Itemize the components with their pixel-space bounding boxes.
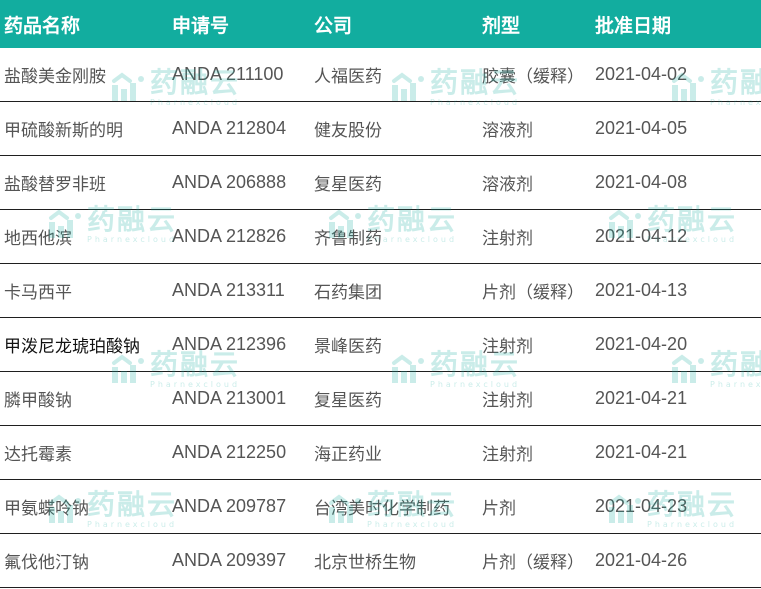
dosage-form-cell: 片剂（缓释）: [482, 553, 584, 573]
header-approval-date: 批准日期: [595, 14, 672, 37]
company-cell: 台湾美时化学制药: [314, 499, 450, 519]
drug-name-cell: 氟伐他汀钠: [4, 553, 89, 573]
table-row: 卡马西平 ANDA 213311 石药集团 片剂（缓释） 2021-04-13: [0, 264, 761, 318]
application-number-cell: ANDA 206888: [172, 172, 287, 192]
drug-name-cell: 盐酸替罗非班: [4, 175, 106, 195]
approval-date-cell: 2021-04-08: [595, 172, 688, 192]
approval-date-cell: 2021-04-13: [595, 280, 688, 300]
company-cell: 复星医药: [314, 391, 382, 411]
approval-date-cell: 2021-04-23: [595, 496, 688, 516]
application-number-cell: ANDA 213001: [172, 388, 287, 408]
dosage-form-cell: 注射剂: [482, 445, 533, 465]
dosage-form-cell: 溶液剂: [482, 175, 533, 195]
company-cell: 复星医药: [314, 175, 382, 195]
table-row: 甲硫酸新斯的明 ANDA 212804 健友股份 溶液剂 2021-04-05: [0, 102, 761, 156]
application-number-cell: ANDA 212250: [172, 442, 287, 462]
company-cell: 石药集团: [314, 283, 382, 303]
dosage-form-cell: 溶液剂: [482, 121, 533, 141]
table-row: 达托霉素 ANDA 212250 海正药业 注射剂 2021-04-21: [0, 426, 761, 480]
dosage-form-cell: 注射剂: [482, 337, 533, 357]
company-cell: 健友股份: [314, 121, 382, 141]
drug-name-cell: 达托霉素: [4, 445, 72, 465]
company-cell: 人福医药: [314, 67, 382, 87]
application-number-cell: ANDA 209397: [172, 550, 287, 570]
application-number-cell: ANDA 212396: [172, 334, 287, 354]
company-cell: 北京世桥生物: [314, 553, 416, 573]
table-row: 甲泼尼龙琥珀酸钠 ANDA 212396 景峰医药 注射剂 2021-04-20: [0, 318, 761, 372]
dosage-form-cell: 胶囊（缓释）: [482, 67, 584, 87]
drug-name-cell: 甲氨蝶呤钠: [4, 499, 89, 519]
application-number-cell: ANDA 213311: [172, 280, 285, 300]
drug-name-cell: 盐酸美金刚胺: [4, 67, 106, 87]
approval-date-cell: 2021-04-12: [595, 226, 688, 246]
application-number-cell: ANDA 212804: [172, 118, 287, 138]
header-application-number: 申请号: [172, 14, 230, 37]
table-row: 盐酸替罗非班 ANDA 206888 复星医药 溶液剂 2021-04-08: [0, 156, 761, 210]
application-number-cell: ANDA 212826: [172, 226, 287, 246]
table-row: 地西他滨 ANDA 212826 齐鲁制药 注射剂 2021-04-12: [0, 210, 761, 264]
approval-date-cell: 2021-04-20: [595, 334, 688, 354]
approval-date-cell: 2021-04-02: [595, 64, 688, 84]
drug-name-cell: 甲泼尼龙琥珀酸钠: [4, 337, 140, 357]
application-number-cell: ANDA 211100: [172, 64, 284, 84]
approval-date-cell: 2021-04-21: [595, 388, 688, 408]
header-drug-name: 药品名称: [4, 14, 81, 37]
table-row: 甲氨蝶呤钠 ANDA 209787 台湾美时化学制药 片剂 2021-04-23: [0, 480, 761, 534]
table-row: 盐酸美金刚胺 ANDA 211100 人福医药 胶囊（缓释） 2021-04-0…: [0, 48, 761, 102]
approval-date-cell: 2021-04-05: [595, 118, 688, 138]
drug-name-cell: 甲硫酸新斯的明: [4, 121, 123, 141]
application-number-cell: ANDA 209787: [172, 496, 287, 516]
dosage-form-cell: 片剂（缓释）: [482, 283, 584, 303]
drug-name-cell: 膦甲酸钠: [4, 391, 72, 411]
table-row: 膦甲酸钠 ANDA 213001 复星医药 注射剂 2021-04-21: [0, 372, 761, 426]
company-cell: 齐鲁制药: [314, 229, 382, 249]
dosage-form-cell: 注射剂: [482, 229, 533, 249]
table-header: 药品名称 申请号 公司 剂型 批准日期: [0, 0, 761, 48]
company-cell: 景峰医药: [314, 337, 382, 357]
header-dosage-form: 剂型: [482, 14, 521, 37]
drug-name-cell: 卡马西平: [4, 283, 72, 303]
drug-name-cell: 地西他滨: [4, 229, 72, 249]
approval-date-cell: 2021-04-26: [595, 550, 688, 570]
approval-date-cell: 2021-04-21: [595, 442, 688, 462]
table-row: 氟伐他汀钠 ANDA 209397 北京世桥生物 片剂（缓释） 2021-04-…: [0, 534, 761, 588]
company-cell: 海正药业: [314, 445, 382, 465]
header-company: 公司: [314, 14, 353, 37]
dosage-form-cell: 片剂: [482, 499, 516, 519]
dosage-form-cell: 注射剂: [482, 391, 533, 411]
approval-table: 药品名称 申请号 公司 剂型 批准日期 盐酸美金刚胺 ANDA 211100 人…: [0, 0, 761, 588]
